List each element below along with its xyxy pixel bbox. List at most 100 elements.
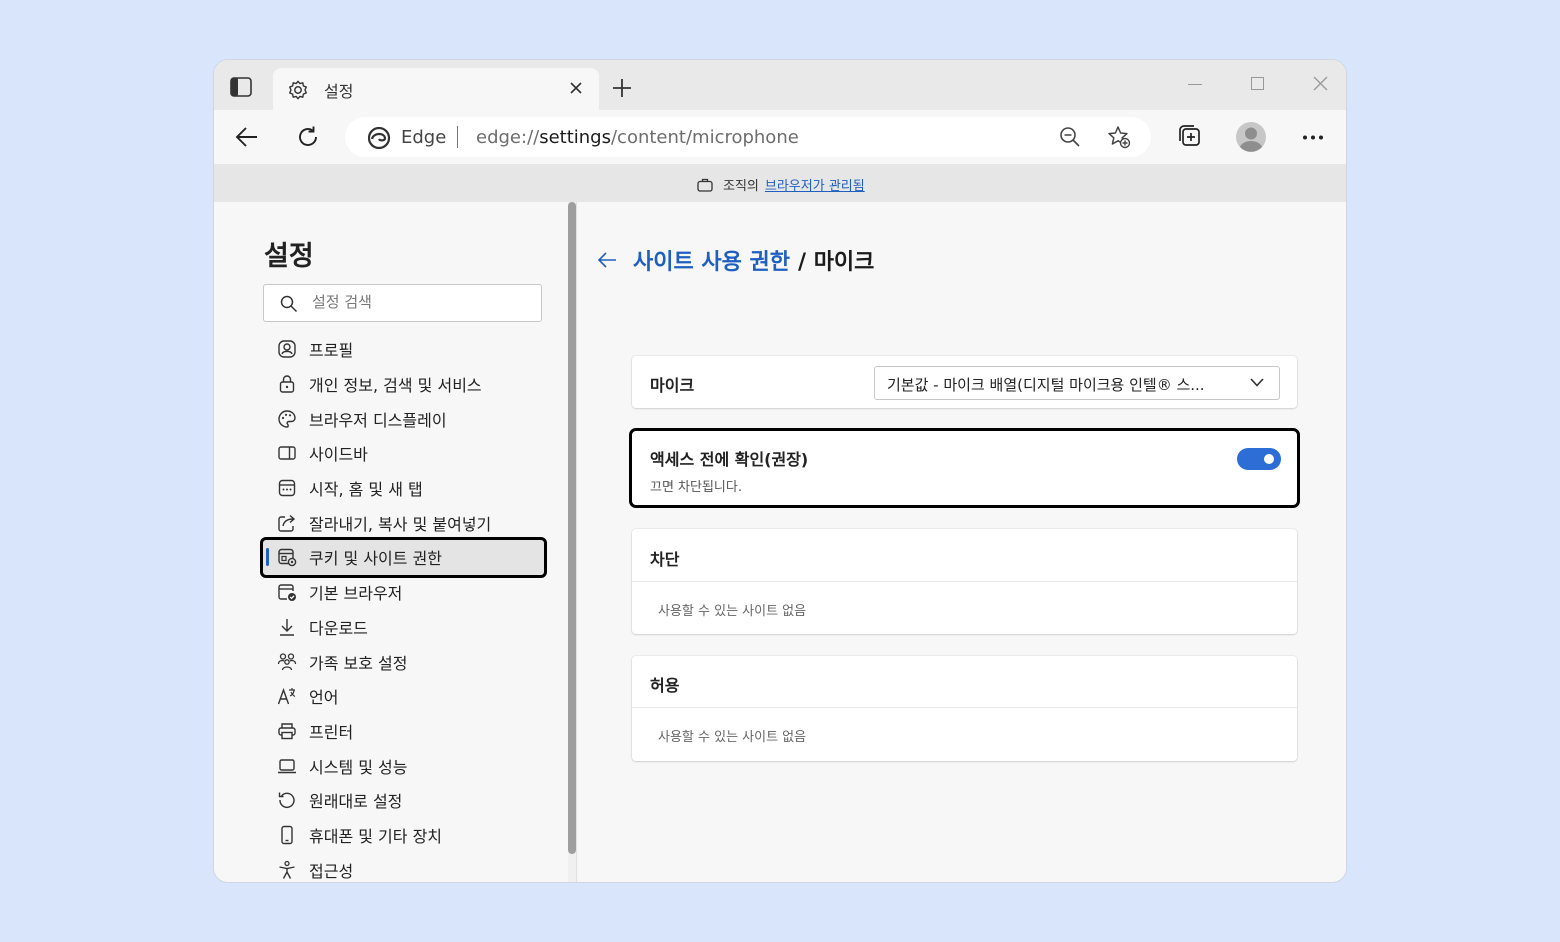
back-arrow-icon[interactable]	[235, 126, 259, 148]
more-menu-icon[interactable]	[1302, 135, 1324, 140]
sidebar-item-label: 프린터	[309, 722, 354, 742]
ask-before-access-title: 액세스 전에 확인(권장)	[650, 450, 809, 469]
chevron-down-icon	[1250, 378, 1264, 387]
download-icon	[280, 618, 294, 636]
managed-text: 조직의	[723, 179, 759, 194]
briefcase-icon	[697, 178, 713, 192]
close-window-icon[interactable]	[1313, 76, 1328, 91]
minimize-button[interactable]	[1188, 84, 1202, 85]
sidebar-item-reset[interactable]: 원래대로 설정	[263, 783, 544, 818]
sidebar-icon	[278, 446, 296, 461]
tab-bar: 설정	[214, 60, 1346, 110]
allow-section-title: 허용	[650, 676, 680, 695]
address-url[interactable]: edge://settings/content/microphone	[476, 127, 799, 148]
managed-link[interactable]: 브라우저가 관리됨	[765, 175, 865, 194]
lock-icon	[279, 375, 295, 393]
sidebar-item-label: 기본 브라우저	[309, 584, 403, 604]
browser-window: 설정 Edge edge://settings/content/micropho…	[214, 60, 1346, 882]
gear-icon	[289, 80, 307, 100]
sidebar-item-label: 프로필	[309, 341, 354, 361]
settings-content: 사이트 사용 권한 / 마이크 마이크 기본값 - 마이크 배열(디지털 마이크…	[577, 202, 1346, 882]
microphone-dropdown[interactable]: 기본값 - 마이크 배열(디지털 마이크용 인텔® 스...	[874, 366, 1280, 400]
address-brand: Edge	[401, 127, 447, 148]
breadcrumb-current: / 마이크	[798, 250, 875, 275]
avatar[interactable]	[1235, 121, 1267, 153]
sidebar-item-sidebar[interactable]: 사이드바	[263, 436, 544, 471]
toggle-knob	[1264, 454, 1274, 464]
sidebar-item-label: 접근성	[309, 861, 354, 881]
zoom-out-icon[interactable]	[1059, 126, 1081, 148]
sidebar-item-label: 원래대로 설정	[309, 792, 403, 812]
profile-icon	[278, 340, 296, 359]
sidebar-item-label: 개인 정보, 검색 및 서비스	[309, 376, 482, 396]
breadcrumb-site-permissions[interactable]: 사이트 사용 권한	[633, 244, 790, 276]
settings-search[interactable]	[263, 284, 542, 322]
home-tab-icon	[278, 479, 296, 497]
microphone-select-card: 마이크 기본값 - 마이크 배열(디지털 마이크용 인텔® 스...	[632, 356, 1297, 408]
sidebar-item-start-home[interactable]: 시작, 홈 및 새 탭	[263, 471, 544, 506]
sidebar-item-label: 가족 보호 설정	[309, 653, 408, 673]
family-icon	[277, 652, 297, 670]
breadcrumb: 사이트 사용 권한 / 마이크	[597, 244, 874, 276]
card-divider	[632, 707, 1297, 708]
add-favorite-icon[interactable]	[1107, 125, 1131, 149]
tab-actions-icon[interactable]	[230, 77, 252, 97]
search-input[interactable]	[312, 293, 532, 311]
sidebar-item-label: 시스템 및 성능	[309, 757, 408, 777]
cookie-permissions-icon	[278, 549, 297, 567]
accessibility-icon	[279, 860, 295, 879]
sidebar-item-family[interactable]: 가족 보호 설정	[263, 644, 544, 679]
tab-title: 설정	[324, 82, 354, 101]
reset-icon	[278, 792, 295, 809]
sidebar-item-label: 언어	[309, 688, 339, 708]
address-separator	[457, 126, 458, 148]
managed-banner: 조직의 브라우저가 관리됨	[214, 164, 1346, 202]
language-icon	[277, 688, 296, 705]
microphone-selected-value: 기본값 - 마이크 배열(디지털 마이크용 인텔® 스...	[887, 376, 1205, 394]
refresh-icon[interactable]	[296, 125, 320, 149]
close-tab-icon[interactable]	[569, 81, 583, 95]
sidebar-item-accessibility[interactable]: 접근성	[263, 852, 544, 882]
phone-icon	[281, 825, 293, 845]
allow-section-card: 허용 사용할 수 있는 사이트 없음	[632, 656, 1297, 761]
block-section-title: 차단	[650, 550, 680, 569]
toolbar: Edge edge://settings/content/microphone	[214, 110, 1346, 164]
sidebar-item-system[interactable]: 시스템 및 성능	[263, 748, 544, 783]
microphone-label: 마이크	[650, 376, 695, 395]
sidebar-item-cookies-permissions[interactable]: 쿠키 및 사이트 권한	[260, 537, 547, 578]
allow-empty-text: 사용할 수 있는 사이트 없음	[658, 730, 807, 745]
sidebar-item-languages[interactable]: 언어	[263, 679, 544, 714]
sidebar-item-privacy[interactable]: 개인 정보, 검색 및 서비스	[263, 367, 544, 402]
sidebar-item-share-copy[interactable]: 잘라내기, 복사 및 붙여넣기	[263, 505, 544, 540]
sidebar-item-label: 사이드바	[309, 445, 368, 465]
block-empty-text: 사용할 수 있는 사이트 없음	[658, 604, 807, 619]
sidebar-scrollbar-thumb[interactable]	[568, 202, 576, 854]
sidebar-item-phone[interactable]: 휴대폰 및 기타 장치	[263, 818, 544, 853]
printer-icon	[278, 723, 296, 740]
sidebar-item-label: 다운로드	[309, 618, 368, 638]
settings-nav: 프로필 개인 정보, 검색 및 서비스 브라우저 디스플레이 사이드바 시작, …	[260, 332, 547, 882]
sidebar-item-label: 시작, 홈 및 새 탭	[309, 480, 423, 500]
new-tab-icon[interactable]	[612, 78, 632, 98]
sidebar-item-appearance[interactable]: 브라우저 디스플레이	[263, 401, 544, 436]
block-section-card: 차단 사용할 수 있는 사이트 없음	[632, 529, 1297, 634]
sidebar-item-profile[interactable]: 프로필	[263, 332, 544, 367]
search-icon	[280, 295, 298, 313]
ask-before-access-card: 액세스 전에 확인(권장) 끄면 차단됩니다.	[629, 428, 1300, 508]
default-browser-icon	[278, 584, 296, 602]
sidebar-item-label: 휴대폰 및 기타 장치	[309, 826, 443, 846]
maximize-button[interactable]	[1251, 77, 1264, 90]
share-icon	[278, 514, 296, 532]
card-divider	[632, 581, 1297, 582]
sidebar-item-default-browser[interactable]: 기본 브라우저	[263, 575, 544, 610]
address-bar[interactable]: Edge edge://settings/content/microphone	[345, 117, 1151, 157]
settings-sidebar: 설정 프로필 개인 정보, 검색 및 서비스 브라우저 디스플레이	[214, 202, 578, 882]
ask-before-access-toggle[interactable]	[1237, 448, 1281, 470]
tab-settings[interactable]: 설정	[273, 68, 599, 110]
page-title: 설정	[264, 241, 314, 272]
back-arrow-icon[interactable]	[597, 250, 617, 270]
sidebar-item-printers[interactable]: 프린터	[263, 714, 544, 749]
sidebar-item-downloads[interactable]: 다운로드	[263, 610, 544, 645]
collections-icon[interactable]	[1177, 124, 1201, 148]
laptop-icon	[278, 758, 296, 773]
